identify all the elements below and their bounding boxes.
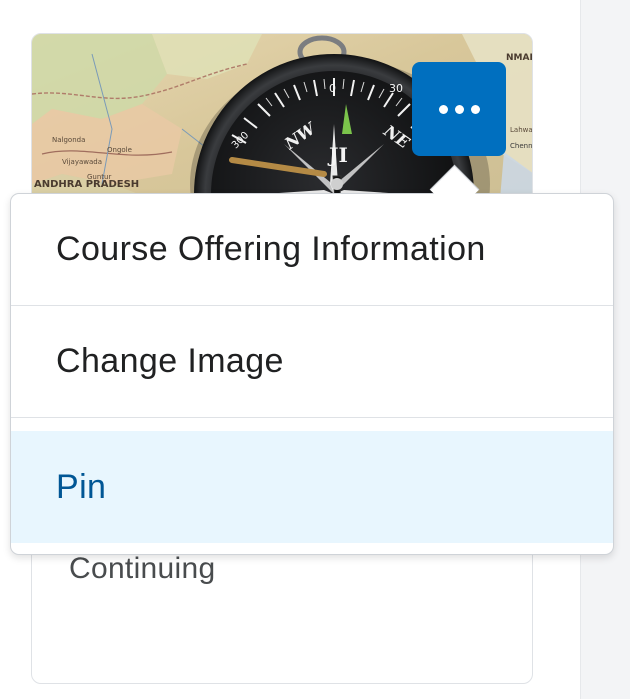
more-options-button[interactable] xyxy=(412,62,506,156)
menu-item-course-offering-information[interactable]: Course Offering Information xyxy=(11,194,613,306)
page: Vijayawada Guntur Nalgonda Ongole Lahwa … xyxy=(0,0,630,699)
more-dot-icon xyxy=(470,104,480,114)
svg-text:JI: JI xyxy=(327,143,348,167)
svg-text:Ongole: Ongole xyxy=(107,146,132,154)
svg-text:Vijayawada: Vijayawada xyxy=(62,158,102,166)
course-options-menu: Course Offering Information Change Image… xyxy=(10,193,614,555)
menu-item-change-image[interactable]: Change Image xyxy=(11,306,613,418)
svg-text:Nalgonda: Nalgonda xyxy=(52,136,85,144)
map-label-state: ANDHRA PRADESH xyxy=(34,179,139,190)
compass-thirty: 30 xyxy=(389,82,403,95)
menu-item-pin[interactable]: Pin xyxy=(11,431,613,543)
map-label-region: NMAR xyxy=(506,53,533,63)
svg-text:Lahwa: Lahwa xyxy=(510,126,533,134)
more-dot-icon xyxy=(438,104,448,114)
more-dot-icon xyxy=(454,104,464,114)
course-status-text: Continuing xyxy=(69,552,216,585)
map-label-city: Chenn xyxy=(510,142,533,150)
compass-zero: 0 xyxy=(329,82,336,95)
